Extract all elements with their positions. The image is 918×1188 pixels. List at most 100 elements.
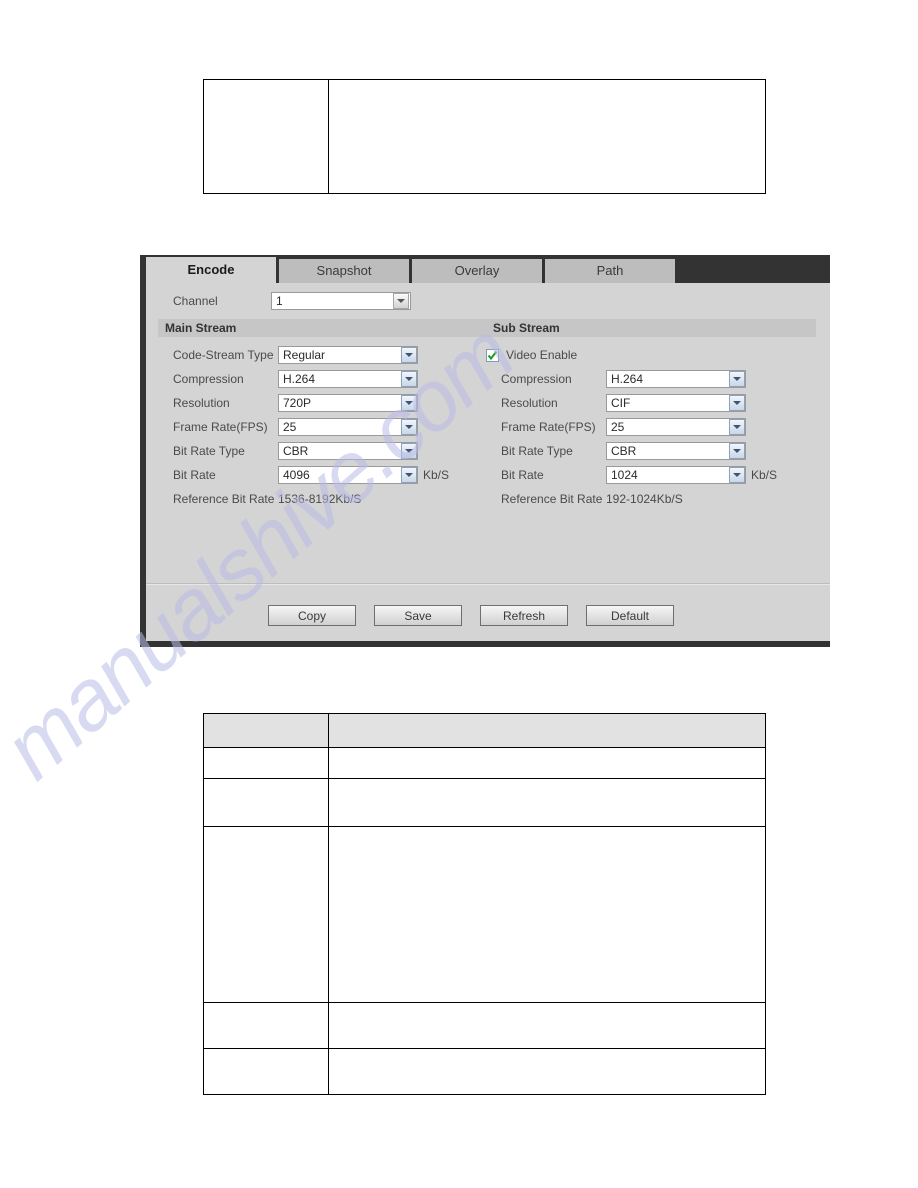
panel-body: Channel 1 Main Stream Code-Stream Type R… bbox=[146, 283, 830, 641]
video-enable-checkbox[interactable] bbox=[486, 348, 499, 362]
table-cell bbox=[328, 1002, 766, 1049]
table-header-cell bbox=[328, 713, 766, 748]
tab-bar: Encode Snapshot Overlay Path bbox=[146, 255, 830, 283]
select-value: 4096 bbox=[283, 468, 310, 482]
default-button-label: Default bbox=[610, 609, 650, 623]
tab-snapshot[interactable]: Snapshot bbox=[279, 259, 409, 283]
frame-rate-main-select[interactable]: 25 bbox=[278, 418, 418, 436]
reference-bit-rate-main-value: 1536-8192Kb/S bbox=[278, 492, 362, 506]
channel-row: Channel 1 bbox=[146, 283, 830, 319]
field-resolution-main: Resolution 720P bbox=[158, 391, 486, 415]
chevron-down-icon bbox=[401, 419, 417, 435]
tab-overlay-label: Overlay bbox=[454, 263, 500, 278]
top-reference-table bbox=[203, 79, 766, 194]
action-button-row: Copy Save Refresh Default bbox=[146, 605, 830, 626]
field-label: Compression bbox=[501, 372, 572, 386]
table-cell bbox=[203, 1002, 329, 1049]
select-value: H.264 bbox=[611, 372, 644, 386]
chevron-down-icon bbox=[401, 347, 417, 363]
field-frame-rate-sub: Frame Rate(FPS) 25 bbox=[486, 415, 826, 439]
table-header-cell bbox=[203, 713, 329, 748]
button-row-divider bbox=[146, 583, 830, 585]
save-button-label: Save bbox=[404, 609, 432, 623]
field-label: Bit Rate bbox=[173, 468, 216, 482]
refresh-button-label: Refresh bbox=[502, 609, 546, 623]
field-label: Resolution bbox=[501, 396, 558, 410]
field-frame-rate-main: Frame Rate(FPS) 25 bbox=[158, 415, 486, 439]
table-cell bbox=[203, 778, 329, 827]
table-header-row bbox=[203, 713, 766, 748]
chevron-down-icon bbox=[393, 293, 409, 309]
table-cell bbox=[328, 747, 766, 779]
resolution-main-select[interactable]: 720P bbox=[278, 394, 418, 412]
video-enable-row: Video Enable bbox=[486, 343, 826, 367]
select-value: Regular bbox=[283, 348, 326, 362]
table-row bbox=[203, 747, 766, 779]
chevron-down-icon bbox=[729, 371, 745, 387]
field-label: Reference Bit Rate bbox=[501, 492, 603, 506]
save-button[interactable]: Save bbox=[374, 605, 462, 626]
field-bit-rate-sub: Bit Rate 1024 Kb/S bbox=[486, 463, 826, 487]
field-label: Frame Rate(FPS) bbox=[501, 420, 596, 434]
field-reference-bit-rate-main: Reference Bit Rate 1536-8192Kb/S bbox=[158, 487, 486, 511]
tab-encode[interactable]: Encode bbox=[146, 257, 276, 283]
tab-overlay[interactable]: Overlay bbox=[412, 259, 542, 283]
code-stream-type-select[interactable]: Regular bbox=[278, 346, 418, 364]
select-value: 25 bbox=[611, 420, 625, 434]
table-cell bbox=[328, 1048, 766, 1095]
table-row bbox=[203, 79, 766, 194]
main-stream-header: Main Stream bbox=[158, 319, 486, 337]
select-value: 720P bbox=[283, 396, 312, 410]
table-cell bbox=[328, 826, 766, 1003]
streams-container: Main Stream Code-Stream Type Regular Com… bbox=[146, 319, 830, 511]
field-label: Bit Rate Type bbox=[173, 444, 245, 458]
bit-rate-main-select[interactable]: 4096 bbox=[278, 466, 418, 484]
refresh-button[interactable]: Refresh bbox=[480, 605, 568, 626]
bottom-table-body bbox=[203, 713, 766, 1095]
bottom-reference-table bbox=[203, 713, 766, 1095]
field-label: Resolution bbox=[173, 396, 230, 410]
chevron-down-icon bbox=[729, 467, 745, 483]
field-compression-sub: Compression H.264 bbox=[486, 367, 826, 391]
main-stream-column: Main Stream Code-Stream Type Regular Com… bbox=[146, 319, 486, 511]
bit-rate-sub-unit: Kb/S bbox=[751, 468, 778, 482]
top-table-body bbox=[203, 79, 766, 194]
select-value: CBR bbox=[611, 444, 637, 458]
field-label: Frame Rate(FPS) bbox=[173, 420, 268, 434]
field-label: Bit Rate bbox=[501, 468, 544, 482]
table-cell bbox=[328, 778, 766, 827]
copy-button[interactable]: Copy bbox=[268, 605, 356, 626]
channel-label: Channel bbox=[173, 294, 218, 308]
table-row bbox=[203, 826, 766, 1003]
field-bit-rate-main: Bit Rate 4096 Kb/S bbox=[158, 463, 486, 487]
tab-path[interactable]: Path bbox=[545, 259, 675, 283]
default-button[interactable]: Default bbox=[586, 605, 674, 626]
encode-config-panel: Encode Snapshot Overlay Path Channel 1 M… bbox=[140, 255, 830, 647]
select-value: 25 bbox=[283, 420, 297, 434]
frame-rate-sub-select[interactable]: 25 bbox=[606, 418, 746, 436]
resolution-sub-select[interactable]: CIF bbox=[606, 394, 746, 412]
compression-main-select[interactable]: H.264 bbox=[278, 370, 418, 388]
table-cell bbox=[203, 79, 329, 194]
bit-rate-type-sub-select[interactable]: CBR bbox=[606, 442, 746, 460]
bit-rate-sub-select[interactable]: 1024 bbox=[606, 466, 746, 484]
field-resolution-sub: Resolution CIF bbox=[486, 391, 826, 415]
field-label: Code-Stream Type bbox=[173, 348, 274, 362]
chevron-down-icon bbox=[401, 395, 417, 411]
select-value: CIF bbox=[611, 396, 631, 410]
tab-snapshot-label: Snapshot bbox=[316, 263, 372, 278]
tab-encode-label: Encode bbox=[187, 262, 235, 277]
field-code-stream-type: Code-Stream Type Regular bbox=[158, 343, 486, 367]
channel-select[interactable]: 1 bbox=[271, 292, 411, 310]
video-enable-label: Video Enable bbox=[506, 348, 578, 362]
field-label: Bit Rate Type bbox=[501, 444, 573, 458]
table-row bbox=[203, 1048, 766, 1095]
field-label: Reference Bit Rate bbox=[173, 492, 275, 506]
bit-rate-type-main-select[interactable]: CBR bbox=[278, 442, 418, 460]
table-row bbox=[203, 1002, 766, 1049]
sub-stream-header: Sub Stream bbox=[486, 319, 816, 337]
check-icon bbox=[487, 350, 498, 360]
compression-sub-select[interactable]: H.264 bbox=[606, 370, 746, 388]
table-cell bbox=[328, 79, 766, 194]
select-value: H.264 bbox=[283, 372, 316, 386]
